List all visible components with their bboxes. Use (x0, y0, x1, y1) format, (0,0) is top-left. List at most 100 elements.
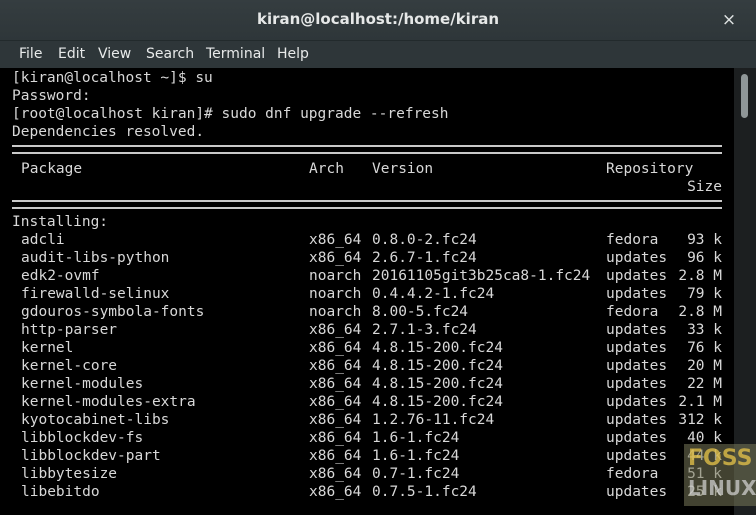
table-row: kernel-core x86_64 4.8.15-200.fc24 updates 2… (12, 357, 722, 375)
cell-size: 96 k (687, 250, 722, 266)
cell-size: 22 M (687, 376, 722, 392)
cell-version: 1.2.76-11.fc24 (372, 412, 495, 428)
cell-arch: x86_64 (309, 412, 362, 428)
table-row: adcli x86_64 0.8.0-2.fc24 fedora 93 k (12, 231, 722, 249)
section-label: Installing: (12, 214, 109, 230)
cell-repository: updates (606, 412, 668, 428)
cell-version: 4.8.15-200.fc24 (372, 358, 503, 374)
cell-repository: fedora (606, 304, 659, 320)
cell-version: 0.4.4.2-1.fc24 (372, 286, 495, 302)
cell-version: 4.8.15-200.fc24 (372, 394, 503, 410)
table-row: libblockdev-partx86_641.6-1.fc24updates4… (12, 447, 722, 465)
cell-arch: x86_64 (309, 322, 362, 338)
session-line: [root@localhost kiran]# sudo dnf upgrade… (12, 106, 449, 122)
close-icon[interactable]: × (720, 11, 738, 29)
cell-version: 2.6.7-1.fc24 (372, 250, 477, 266)
title-bar[interactable]: kiran@localhost:/home/kiran × (0, 0, 756, 41)
cell-repository: updates (606, 340, 668, 356)
cell-size: 79 k (687, 286, 722, 302)
cell-repository: updates (606, 448, 668, 464)
cell-repository: fedora (606, 232, 659, 248)
cell-size: 76 k (687, 340, 722, 356)
menu-edit[interactable]: Edit (58, 46, 85, 62)
window-title: kiran@localhost:/home/kiran (256, 10, 500, 28)
cell-repository: updates (606, 376, 668, 392)
cell-version: 4.8.15-200.fc24 (372, 340, 503, 356)
cell-size: 33 k (687, 322, 722, 338)
cell-repository: updates (606, 268, 668, 284)
table-row: kyotocabinet-libs x86_64 1.2.76-11.fc24 upd… (12, 411, 722, 429)
cell-arch: x86_64 (309, 448, 362, 464)
cell-version: 4.8.15-200.fc24 (372, 376, 503, 392)
table-row: libblockdev-fs x86_64 1.6-1.fc24 updates 40 … (12, 429, 722, 447)
table-row: edk2-ovmf noarch 20161105git3b25ca8-1.fc24… (12, 267, 722, 285)
cell-package: libebitdo (21, 484, 100, 500)
cell-package: kernel-modules-extra (21, 394, 196, 410)
cell-repository: updates (606, 430, 668, 446)
menu-terminal[interactable]: Terminal (206, 46, 265, 62)
header-size: Size (687, 179, 722, 195)
watermark-line-1: FOSS (688, 446, 753, 471)
cell-arch: noarch (309, 304, 362, 320)
watermark-line-2: LINUX (688, 476, 756, 500)
cell-version: 8.00-5.fc24 (372, 304, 469, 320)
session-line: Password: (12, 88, 91, 104)
cell-version: 1.6-1.fc24 (372, 448, 460, 464)
table-row: kernel x86_64 4.8.15-200.fc24 updates 76 k (12, 339, 722, 357)
menu-help[interactable]: Help (277, 46, 309, 62)
cell-package: kernel (21, 340, 74, 356)
cell-arch: x86_64 (309, 358, 362, 374)
cell-repository: updates (606, 322, 668, 338)
cell-version: 20161105git3b25ca8-1.fc24 (372, 268, 591, 284)
table-row: audit-libs-python x86_64 2.6.7-1.fc24 updat… (12, 249, 722, 267)
table-rule (12, 200, 722, 209)
scroll-thumb[interactable] (741, 74, 748, 118)
cell-size: 20 M (687, 358, 722, 374)
cell-repository: updates (606, 484, 668, 500)
table-header: Package Arch Version Repository (12, 160, 722, 178)
session-line: [kiran@localhost ~]$ su (12, 70, 213, 86)
cell-version: 1.6-1.fc24 (372, 430, 460, 446)
cell-size: 312 k (678, 412, 722, 428)
cell-size: 93 k (687, 232, 722, 248)
table-row: firewalld-selinux noarch 0.4.4.2-1.fc24 upd… (12, 285, 722, 303)
header-arch: Arch (309, 161, 344, 177)
cell-package: kernel-modules (21, 376, 144, 392)
watermark-logo: FOSS LINUX (684, 444, 756, 506)
cell-version: 2.7.1-3.fc24 (372, 322, 477, 338)
table-row: libbytesizex86_640.7-1.fc24fedora51 k (12, 465, 722, 483)
cell-package: adcli (21, 232, 65, 248)
cell-version: 0.7-1.fc24 (372, 466, 460, 482)
cell-package: edk2-ovmf (21, 268, 100, 284)
terminal-output[interactable]: [kiran@localhost ~]$ su Password: [root@… (0, 68, 734, 515)
menu-file[interactable]: File (19, 46, 42, 62)
table-row: http-parser x86_64 2.7.1-3.fc24 updates 33 k (12, 321, 722, 339)
cell-package: libbytesize (21, 466, 118, 482)
session-line: Dependencies resolved. (12, 124, 205, 140)
cell-arch: x86_64 (309, 250, 362, 266)
cell-repository: updates (606, 250, 668, 266)
cell-package: kyotocabinet-libs (21, 412, 170, 428)
cell-arch: x86_64 (309, 484, 362, 500)
table-row: libebitdox86_640.7.5-1.fc24updates25 k (12, 483, 722, 501)
cell-package: http-parser (21, 322, 118, 338)
table-row: gdouros-symbola-fonts noarch 8.00-5.fc24 fe… (12, 303, 722, 321)
cell-arch: x86_64 (309, 466, 362, 482)
cell-package: kernel-core (21, 358, 118, 374)
cell-size: 2.8 M (678, 268, 722, 284)
cell-package: gdouros-symbola-fonts (21, 304, 205, 320)
cell-package: audit-libs-python (21, 250, 170, 266)
cell-package: libblockdev-fs (21, 430, 144, 446)
header-package: Package (21, 161, 83, 177)
cell-size: 2.8 M (678, 304, 722, 320)
table-rule (12, 145, 722, 154)
menu-search[interactable]: Search (146, 46, 194, 62)
table-row: kernel-modules x86_64 4.8.15-200.fc24 updat… (12, 375, 722, 393)
menu-view[interactable]: View (98, 46, 131, 62)
cell-repository: updates (606, 394, 668, 410)
cell-repository: updates (606, 358, 668, 374)
cell-package: libblockdev-part (21, 448, 161, 464)
terminal-window: kiran@localhost:/home/kiran × File Edit … (0, 0, 756, 515)
cell-arch: x86_64 (309, 376, 362, 392)
cell-version: 0.8.0-2.fc24 (372, 232, 477, 248)
